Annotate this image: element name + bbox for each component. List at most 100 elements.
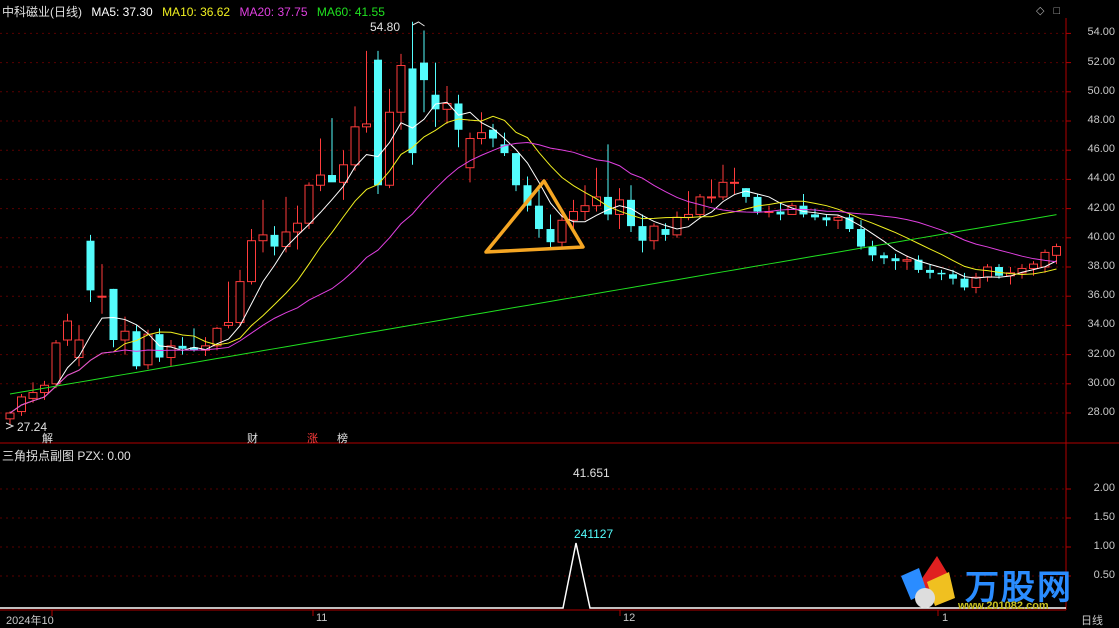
y-tick-label-main: 40.00 bbox=[1087, 230, 1115, 243]
candle-up bbox=[730, 181, 739, 184]
sub-chart-title: 三角拐点副图 PZX: 0.00 bbox=[2, 449, 131, 463]
candle-down bbox=[535, 205, 543, 230]
y-tick-label-sub: 1.50 bbox=[1093, 511, 1115, 523]
candle-up bbox=[74, 339, 84, 359]
y-tick-label-main: 50.00 bbox=[1087, 84, 1115, 97]
y-tick-label-main: 34.00 bbox=[1087, 318, 1115, 331]
candle-up bbox=[120, 330, 130, 341]
x-label-dec: 12 bbox=[623, 612, 636, 624]
candle-up bbox=[212, 327, 222, 347]
y-tick-label-main: 28.00 bbox=[1087, 406, 1115, 418]
y-tick-label-main: 44.00 bbox=[1087, 172, 1115, 185]
chart-toolbar[interactable]: ◇ □ bbox=[1036, 4, 1060, 17]
candle-up bbox=[247, 240, 256, 283]
candle-up bbox=[971, 276, 981, 288]
candle-down bbox=[845, 217, 854, 230]
sub-peak-label: 241127 bbox=[574, 527, 614, 541]
y-tick-label-main: 42.00 bbox=[1087, 201, 1115, 214]
diamond-icon[interactable]: ◇ bbox=[1036, 5, 1044, 17]
y-tick-label-main: 36.00 bbox=[1087, 289, 1115, 302]
candle-up bbox=[339, 164, 348, 183]
ma10-label: MA10: 36.62 bbox=[162, 5, 231, 19]
y-tick-label-main: 38.00 bbox=[1087, 260, 1115, 272]
y-tick-label-main: 48.00 bbox=[1087, 114, 1115, 126]
sub-value-label: 41.651 bbox=[573, 466, 610, 480]
candle-down bbox=[420, 62, 428, 81]
stock-name: 中科磁业(日线) bbox=[2, 5, 82, 19]
ma20-label: MA20: 37.75 bbox=[239, 5, 308, 19]
badge-jie[interactable]: 解 bbox=[42, 430, 53, 446]
candle-down bbox=[949, 274, 957, 279]
candle-up bbox=[316, 174, 325, 186]
candle-down bbox=[811, 214, 819, 218]
candle-up bbox=[143, 333, 153, 366]
candle-down bbox=[546, 229, 555, 243]
candle-up bbox=[580, 205, 590, 213]
candle-up bbox=[28, 392, 38, 399]
candle-down bbox=[880, 255, 888, 259]
candle-up bbox=[477, 132, 486, 140]
candle-up bbox=[569, 211, 578, 221]
ma60-line bbox=[9, 214, 1057, 395]
candle-down bbox=[178, 345, 187, 349]
ma20-line bbox=[9, 142, 1057, 414]
candle-up bbox=[97, 295, 107, 298]
square-icon[interactable]: □ bbox=[1054, 5, 1061, 17]
candle-down bbox=[891, 258, 900, 262]
candle-down bbox=[132, 331, 141, 367]
candle-down bbox=[638, 226, 647, 241]
ma60-label: MA60: 41.55 bbox=[316, 5, 385, 19]
candle-down bbox=[328, 175, 336, 183]
logo-url-text: www.201082.com bbox=[958, 600, 1049, 612]
x-label-nov: 11 bbox=[316, 612, 328, 624]
candle-up bbox=[258, 234, 268, 242]
candle-down bbox=[374, 59, 382, 186]
badge-bang[interactable]: 榜 bbox=[337, 430, 348, 446]
y-tick-label-main: 30.00 bbox=[1087, 376, 1115, 389]
candle-down bbox=[753, 196, 762, 212]
triangle-pattern bbox=[484, 179, 585, 254]
candle-up bbox=[304, 184, 314, 224]
candle-up bbox=[672, 216, 682, 236]
badge-zhang[interactable]: 涨 bbox=[307, 430, 318, 446]
candle-up bbox=[224, 321, 233, 326]
candle-down bbox=[857, 229, 865, 247]
candle-down bbox=[627, 199, 635, 227]
ma5-line bbox=[9, 101, 1057, 414]
candle-up bbox=[1029, 263, 1038, 269]
high-marker bbox=[412, 21, 425, 27]
candle-up bbox=[362, 123, 371, 128]
candle-down bbox=[86, 240, 95, 291]
candle-down bbox=[868, 246, 877, 256]
candle-up bbox=[983, 266, 992, 278]
candle-up bbox=[718, 181, 728, 198]
ma10-line bbox=[9, 115, 1057, 414]
candle-up bbox=[350, 126, 360, 166]
candle-up bbox=[51, 342, 61, 385]
candle-down bbox=[822, 217, 831, 221]
main-chart-title: 中科磁业(日线) MA5: 37.30 MA10: 36.62 MA20: 37… bbox=[2, 3, 391, 19]
candle-down bbox=[454, 103, 463, 130]
y-tick-label-sub: 2.00 bbox=[1093, 482, 1115, 494]
badge-cai[interactable]: 财 bbox=[247, 430, 258, 446]
candle-up bbox=[684, 213, 693, 218]
candle-up bbox=[649, 225, 659, 242]
candle-up bbox=[235, 281, 245, 323]
y-tick-label-main: 46.00 bbox=[1087, 143, 1115, 156]
candle-down bbox=[776, 211, 785, 215]
candle-down bbox=[661, 229, 670, 235]
candle-up bbox=[707, 196, 716, 199]
candle-down bbox=[995, 267, 1003, 276]
candle-up bbox=[396, 65, 406, 113]
y-tick-label-main: 54.00 bbox=[1087, 26, 1115, 39]
candle-down bbox=[512, 153, 520, 186]
high-price-mark: 54.80 bbox=[370, 20, 401, 34]
candle-down bbox=[742, 188, 750, 197]
candle-down bbox=[270, 234, 279, 247]
candle-up bbox=[293, 222, 302, 233]
kline-chart[interactable] bbox=[0, 0, 1119, 626]
candle-down bbox=[109, 288, 118, 340]
candle-down bbox=[408, 68, 417, 154]
candle-up bbox=[63, 320, 72, 341]
candle-down bbox=[960, 278, 969, 288]
